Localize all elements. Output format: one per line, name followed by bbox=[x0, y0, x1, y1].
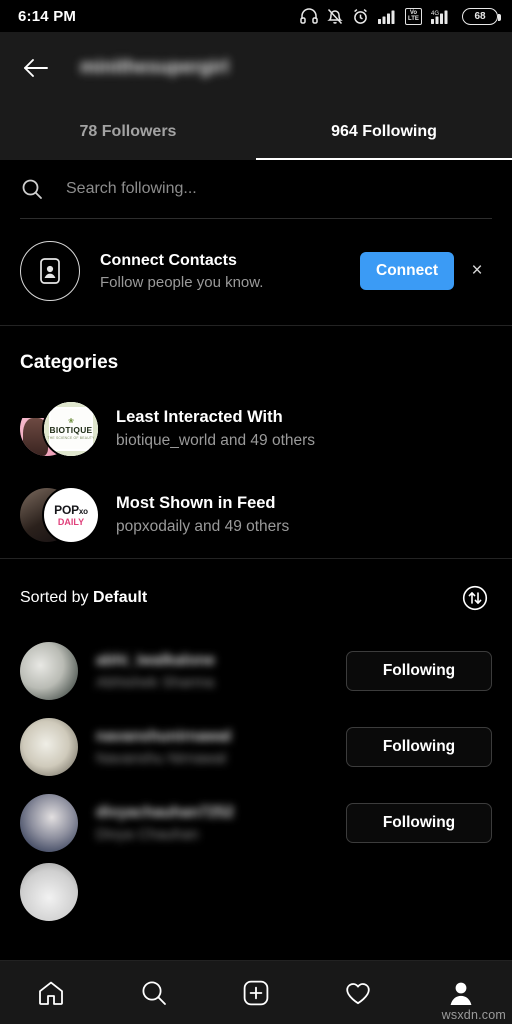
user-fullname: Abhishek Sharma bbox=[96, 673, 215, 691]
category-avatar-stack: ❀ BIOTIQUE THE SCIENCE OF BEAUTY bbox=[20, 398, 108, 460]
instagram-following-screen: 6:14 PM Vo LTE 4G 68 minithesupergirl 78… bbox=[0, 0, 512, 1024]
page-header: minithesupergirl 78 Followers 964 Follow… bbox=[0, 32, 512, 160]
user-text: divyachauhan7252 Divya Chauhan bbox=[78, 804, 346, 843]
avatar[interactable] bbox=[20, 718, 78, 776]
volte-bottom-label: LTE bbox=[408, 16, 419, 22]
category-row-most-shown[interactable]: POPxo DAILY Most Shown in Feed popxodail… bbox=[0, 472, 512, 558]
sort-arrows-icon[interactable] bbox=[458, 581, 492, 615]
header-top-row: minithesupergirl bbox=[0, 32, 512, 104]
user-text: navanshunirnawal Navanshu Nirnawal bbox=[78, 728, 346, 767]
user-fullname: Navanshu Nirnawal bbox=[96, 749, 227, 767]
sort-label[interactable]: Sorted by Default bbox=[20, 589, 147, 607]
search-icon[interactable] bbox=[124, 967, 184, 1019]
search-input[interactable] bbox=[50, 180, 492, 198]
user-fullname: Divya Chauhan bbox=[96, 825, 199, 843]
sort-value: Default bbox=[92, 589, 148, 606]
search-icon bbox=[20, 177, 50, 201]
svg-text:4G: 4G bbox=[431, 11, 439, 17]
category-title: Least Interacted With bbox=[116, 408, 283, 426]
heart-icon[interactable] bbox=[328, 967, 388, 1019]
categories-title: Categories bbox=[20, 352, 119, 373]
status-bar: 6:14 PM Vo LTE 4G 68 bbox=[0, 0, 512, 32]
user-text: abhi_iwalkalone Abhishek Sharma bbox=[78, 652, 346, 691]
status-time: 6:14 PM bbox=[18, 7, 77, 25]
connect-contacts-title: Connect Contacts bbox=[100, 251, 237, 269]
user-handle: abhi_iwalkalone bbox=[96, 651, 215, 669]
following-button[interactable]: Following bbox=[346, 727, 492, 767]
category-subtitle: biotique_world and 49 others bbox=[116, 432, 316, 449]
biotique-tagline: THE SCIENCE OF BEAUTY bbox=[47, 436, 95, 440]
tab-followers[interactable]: 78 Followers bbox=[0, 104, 256, 160]
avatar[interactable] bbox=[20, 794, 78, 852]
following-button[interactable]: Following bbox=[346, 803, 492, 843]
connect-button[interactable]: Connect bbox=[360, 252, 454, 290]
biotique-label: BIOTIQUE bbox=[49, 425, 93, 435]
contact-card-icon bbox=[20, 241, 80, 301]
category-text: Most Shown in Feed popxodaily and 49 oth… bbox=[108, 494, 289, 536]
following-button[interactable]: Following bbox=[346, 651, 492, 691]
profile-tabs: 78 Followers 964 Following bbox=[0, 104, 512, 160]
bottom-navigation-bar bbox=[0, 960, 512, 1024]
close-icon[interactable]: × bbox=[460, 254, 494, 288]
list-item[interactable]: abhi_iwalkalone Abhishek Sharma Followin… bbox=[0, 633, 512, 709]
volte-icon: Vo LTE bbox=[405, 7, 422, 25]
sort-row: Sorted by Default bbox=[0, 559, 512, 633]
back-arrow-icon[interactable] bbox=[14, 46, 58, 90]
search-bar[interactable] bbox=[0, 160, 512, 218]
battery-level-label: 68 bbox=[474, 10, 486, 22]
signal-bars-icon bbox=[378, 8, 396, 24]
list-item[interactable]: navanshunirnawal Navanshu Nirnawal Follo… bbox=[0, 709, 512, 785]
signal-4g-icon: 4G bbox=[431, 8, 453, 24]
connect-contacts-text: Connect Contacts Follow people you know. bbox=[80, 252, 360, 291]
page-title: minithesupergirl bbox=[80, 57, 229, 78]
battery-icon: 68 bbox=[462, 7, 501, 25]
avatar[interactable] bbox=[20, 863, 78, 921]
watermark: wsxdn.com bbox=[441, 1008, 506, 1022]
avatar-front-biotique: ❀ BIOTIQUE THE SCIENCE OF BEAUTY bbox=[42, 400, 100, 458]
sort-prefix: Sorted by bbox=[20, 589, 93, 606]
alarm-icon bbox=[352, 8, 369, 25]
add-post-icon[interactable] bbox=[226, 967, 286, 1019]
avatar[interactable] bbox=[20, 642, 78, 700]
popxo-label: POPxo bbox=[54, 502, 88, 517]
bell-off-icon bbox=[327, 8, 343, 25]
list-item[interactable]: divyachauhan7252 Divya Chauhan Following bbox=[0, 785, 512, 861]
list-item-partial[interactable] bbox=[0, 861, 512, 930]
user-handle: navanshunirnawal bbox=[96, 727, 232, 745]
connect-contacts-row: Connect Contacts Follow people you know.… bbox=[0, 219, 512, 325]
headphones-icon bbox=[300, 8, 318, 24]
status-icon-group: Vo LTE 4G 68 bbox=[300, 7, 501, 25]
biotique-mark: ❀ bbox=[68, 418, 74, 425]
connect-contacts-subtitle: Follow people you know. bbox=[100, 273, 264, 291]
category-row-least-interacted[interactable]: ❀ BIOTIQUE THE SCIENCE OF BEAUTY Least I… bbox=[0, 386, 512, 472]
avatar-front-popxo: POPxo DAILY bbox=[42, 486, 100, 544]
home-icon[interactable] bbox=[21, 967, 81, 1019]
category-subtitle: popxodaily and 49 others bbox=[116, 518, 290, 535]
category-text: Least Interacted With biotique_world and… bbox=[108, 408, 315, 450]
user-handle: divyachauhan7252 bbox=[96, 803, 234, 821]
category-avatar-stack: POPxo DAILY bbox=[20, 484, 108, 546]
tab-following[interactable]: 964 Following bbox=[256, 104, 512, 160]
category-title: Most Shown in Feed bbox=[116, 494, 276, 512]
popxo-sublabel: DAILY bbox=[57, 516, 85, 527]
